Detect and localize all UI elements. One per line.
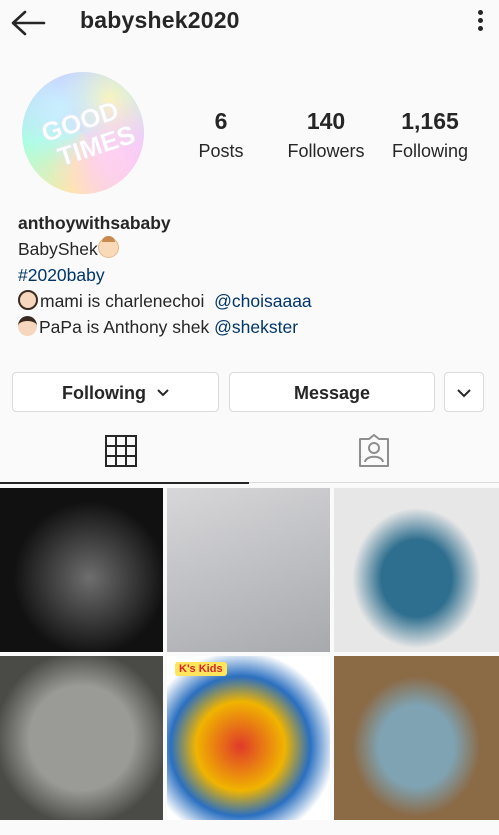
bio-line-1: BabyShek [18,236,312,262]
arrow-left-icon[interactable] [10,8,46,38]
bio-hashtag[interactable]: #2020baby [18,262,312,288]
profile-username: babyshek2020 [80,7,240,33]
following-count[interactable]: 1,165 Following [382,108,478,163]
profile-display-name: anthoywithsababy [18,213,171,233]
bio-line-4: PaPa is Anthony shek @shekster [18,314,312,340]
bio-line-4-text: PaPa is Anthony shek [39,317,210,337]
bio-line-3: mami is charlenechoi @choisaaaa [18,288,312,314]
following-count-label: Following [391,141,469,161]
chevron-down-icon [457,389,471,398]
message-button[interactable]: Message [229,372,435,412]
suggested-accounts-button[interactable] [444,372,484,412]
posts-count-label: Posts [198,141,244,161]
following-button-label: Following [62,383,146,403]
bio-hashtag-link[interactable]: #2020baby [18,265,105,285]
more-vertical-icon[interactable] [475,10,485,36]
bio-line-1-text: BabyShek [18,239,98,259]
blue-sleepsuit-photo[interactable] [334,656,499,820]
followers-count-value: 140 [306,108,346,134]
mention-shekster[interactable]: @shekster [214,317,298,337]
top-bar: babyshek2020 [0,0,499,46]
bio-line-3-text: mami is charlenechoi [40,291,205,311]
baby-onesies-photo[interactable] [167,488,330,652]
grid-icon[interactable] [104,434,138,468]
profile-tabs [0,430,499,482]
good-times-logo: GOOD TIMES [37,95,139,173]
message-button-label: Message [293,383,371,403]
posts-count[interactable]: 6 Posts [190,108,252,163]
profile-avatar[interactable]: GOOD TIMES [22,72,144,194]
following-button[interactable]: Following [12,372,219,412]
followers-count[interactable]: 140 Followers [280,108,372,163]
woman-emoji-icon [18,290,38,310]
baby-emoji-icon [97,236,119,258]
following-count-value: 1,165 [401,108,459,134]
chevron-down-icon [157,389,169,397]
tagged-person-icon[interactable] [357,434,391,468]
active-tab-indicator [0,482,249,484]
posts-count-value: 6 [214,108,228,134]
profile-bio: anthoywithsababy BabyShek #2020baby mami… [18,210,312,340]
boy-emoji-icon [18,316,37,336]
grey-bodysuit-photo[interactable] [0,656,163,820]
post-tile-brand-text: K's Kids [175,662,227,676]
followers-count-label: Followers [287,141,365,161]
tab-divider [249,482,499,483]
kskids-toy-box-photo[interactable]: K's Kids [167,656,330,820]
baby-bibs-photo[interactable] [334,488,499,652]
ultrasound-photo[interactable] [0,488,163,652]
mention-choisaaaa[interactable]: @choisaaaa [214,291,312,311]
